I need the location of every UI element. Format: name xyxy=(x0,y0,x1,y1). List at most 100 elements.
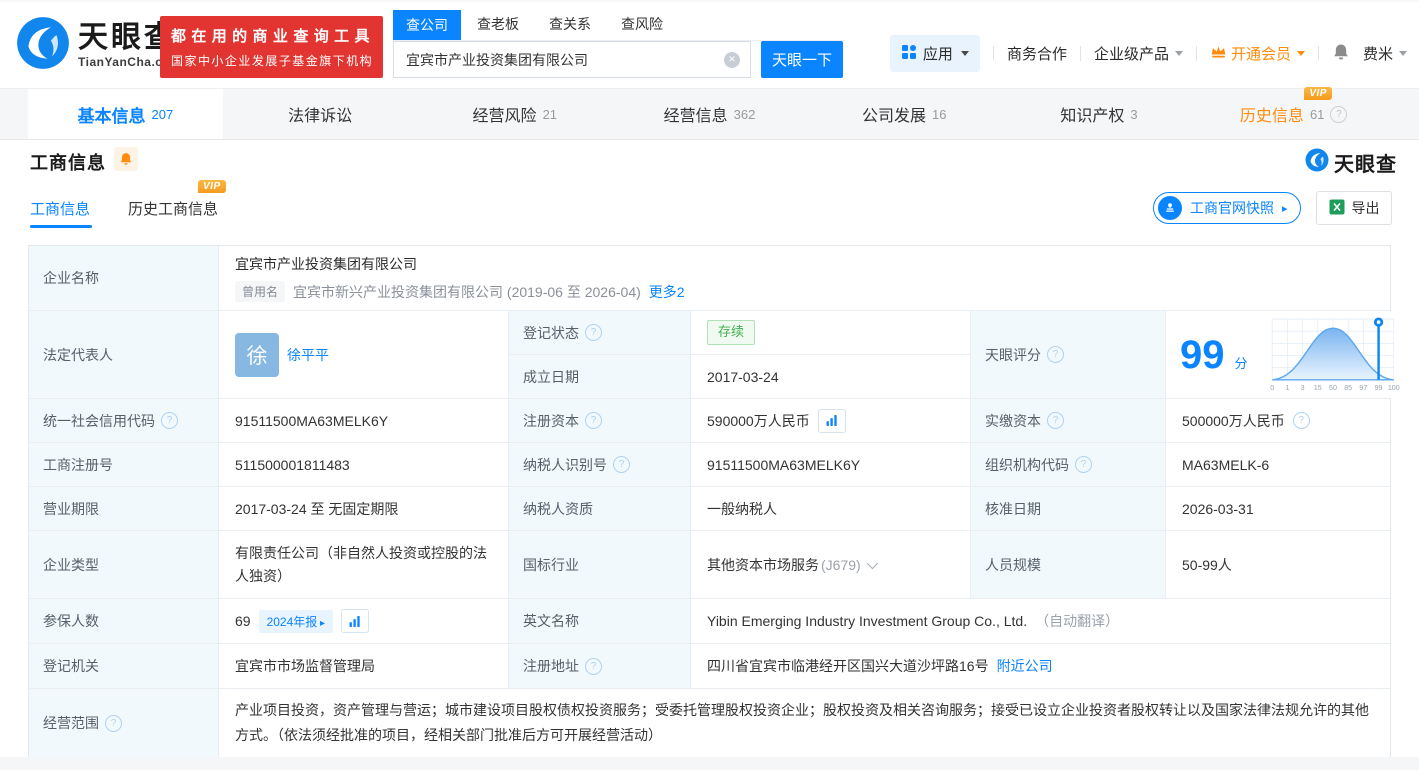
score-unit: 分 xyxy=(1235,353,1248,372)
staff-size-value: 50-99人 xyxy=(1166,531,1390,598)
tab-business-info[interactable]: 经营信息 362 xyxy=(612,89,807,139)
help-icon[interactable] xyxy=(585,658,602,675)
insured-trend-button[interactable] xyxy=(341,609,369,633)
tab-operating-risk[interactable]: 经营风险 21 xyxy=(417,89,612,139)
tab-label: 经营风险 xyxy=(473,102,537,126)
reg-capital-label: 注册资本 xyxy=(509,399,691,442)
nav-item-label: 企业级产品 xyxy=(1094,43,1169,64)
english-name-cell: Yibin Emerging Industry Investment Group… xyxy=(691,599,1390,643)
brand-logo[interactable]: 天眼查 TianYanCha.com xyxy=(16,16,181,75)
axis-label: 50 xyxy=(1329,384,1337,392)
help-icon[interactable] xyxy=(161,412,178,429)
tab-basic-info[interactable]: 基本信息 207 xyxy=(28,89,223,139)
nearby-companies-link[interactable]: 附近公司 xyxy=(997,656,1053,676)
industry-code: (J679) xyxy=(821,557,861,573)
bell-curve xyxy=(1272,328,1394,380)
more-link[interactable]: 更多2 xyxy=(649,282,685,302)
nav-divider xyxy=(1318,46,1319,61)
crown-icon xyxy=(1210,44,1227,63)
help-icon[interactable] xyxy=(585,412,602,429)
status-badge: 存续 xyxy=(707,320,755,344)
annual-report-badge[interactable]: 2024年报 xyxy=(259,610,334,633)
insured-value: 69 xyxy=(235,613,251,629)
company-name-value: 宜宾市产业投资集团有限公司 xyxy=(235,254,417,274)
legal-rep-link[interactable]: 徐平平 xyxy=(287,345,329,365)
tab-legal-proceedings[interactable]: 法律诉讼 xyxy=(223,89,418,139)
tab-label: 经营信息 xyxy=(664,102,728,126)
taxpayer-quality-label: 纳税人资质 xyxy=(509,487,691,530)
alert-bell-icon[interactable] xyxy=(114,147,138,171)
staff-size-label: 人员规模 xyxy=(971,531,1166,598)
page-tabstrip: 基本信息 207 法律诉讼 经营风险 21 经营信息 362 公司发展 16 知… xyxy=(0,88,1419,140)
tab-company-development[interactable]: 公司发展 16 xyxy=(807,89,1002,139)
label-text: 登记状态 xyxy=(523,323,579,343)
company-type-value: 有限责任公司（非自然人投资或控股的法人独资） xyxy=(219,531,509,598)
site-header: 天眼查 TianYanCha.com 都在用的商业查询工具 国家中小企业发展子基… xyxy=(0,0,1419,90)
axis-label: 85 xyxy=(1344,384,1352,392)
legal-rep-cell: 徐 徐平平 xyxy=(219,311,509,398)
former-name-value: 宜宾市新兴产业投资集团有限公司 (2019-06 至 2026-04) xyxy=(293,282,641,302)
help-icon[interactable] xyxy=(1047,346,1064,363)
excel-icon xyxy=(1329,199,1345,218)
table-row-credit-code: 统一社会信用代码 91511500MA63MELK6Y 注册资本 590000万… xyxy=(29,399,1390,443)
notification-bell-icon[interactable] xyxy=(1332,43,1350,65)
help-icon[interactable] xyxy=(1047,412,1064,429)
nav-item-enterprise-products[interactable]: 企业级产品 xyxy=(1094,43,1183,64)
established-value: 2017-03-24 xyxy=(691,355,971,398)
nav-item-vip-upgrade[interactable]: 开通会员 xyxy=(1210,43,1305,64)
table-row-authority: 登记机关 宜宾市市场监督管理局 注册地址 四川省宜宾市临港经开区国兴大道沙坪路1… xyxy=(29,644,1390,689)
nav-item-user[interactable]: 费米 xyxy=(1363,43,1407,64)
clear-icon[interactable] xyxy=(724,52,740,68)
help-icon[interactable] xyxy=(613,456,630,473)
nav-divider xyxy=(1080,46,1081,61)
table-row-insured: 参保人数 69 2024年报 英文名称 Yibin Emerging Indus… xyxy=(29,599,1390,644)
chart-axis: 0 1 3 15 50 85 97 99 100 xyxy=(1270,384,1399,392)
capital-trend-button[interactable] xyxy=(818,409,846,433)
slogan-line-1: 都在用的商业查询工具 xyxy=(171,25,372,46)
search-tab-risk[interactable]: 查风险 xyxy=(621,14,663,40)
label-text: 天眼评分 xyxy=(985,345,1041,365)
official-snapshot-button[interactable]: 工商官网快照 xyxy=(1153,192,1301,224)
industry-cell: 其他资本市场服务 (J679) xyxy=(691,531,971,598)
brand-logo-icon xyxy=(16,16,70,75)
avatar[interactable]: 徐 xyxy=(235,333,279,377)
brand-name: 天眼查 xyxy=(1334,148,1397,177)
subtab-active-underline xyxy=(30,225,92,228)
vip-badge: VIP xyxy=(1304,87,1332,100)
search-tab-boss[interactable]: 查老板 xyxy=(477,14,519,40)
search-input[interactable] xyxy=(394,52,750,68)
legal-rep-label: 法定代表人 xyxy=(29,311,219,398)
address-cell: 四川省宜宾市临港经开区国兴大道沙坪路16号 附近公司 xyxy=(691,644,1390,688)
slogan-line-2: 国家中小企业发展子基金旗下机构 xyxy=(171,52,372,69)
search-tabs: 查公司 查老板 查关系 查风险 xyxy=(393,12,845,41)
nav-item-label: 费米 xyxy=(1363,43,1393,64)
subtab-business-registration[interactable]: 工商信息 xyxy=(30,198,90,219)
chevron-down-icon[interactable] xyxy=(866,557,877,568)
help-icon[interactable] xyxy=(585,324,602,341)
axis-label: 97 xyxy=(1359,384,1367,392)
export-button[interactable]: 导出 xyxy=(1316,191,1392,225)
search-button[interactable]: 天眼一下 xyxy=(761,41,843,78)
apps-button[interactable]: 应用 xyxy=(890,35,980,72)
search-tab-relation[interactable]: 查关系 xyxy=(549,14,591,40)
bottom-strip xyxy=(0,757,1419,770)
help-icon[interactable] xyxy=(1075,456,1092,473)
nav-item-business-cooperation[interactable]: 商务合作 xyxy=(1007,43,1067,64)
credit-code-label: 统一社会信用代码 xyxy=(29,399,219,442)
tab-intellectual-property[interactable]: 知识产权 3 xyxy=(1002,89,1197,139)
tab-label: 基本信息 xyxy=(78,102,146,127)
subtab-history-business-registration[interactable]: 历史工商信息 xyxy=(128,198,218,219)
insured-cell: 69 2024年报 xyxy=(219,599,509,643)
authority-value: 宜宾市市场监督管理局 xyxy=(219,644,509,688)
nav-divider xyxy=(1196,46,1197,61)
search-tab-company[interactable]: 查公司 xyxy=(393,10,461,40)
help-icon[interactable] xyxy=(1330,106,1347,123)
help-icon[interactable] xyxy=(1293,412,1310,429)
axis-label: 99 xyxy=(1374,384,1382,392)
help-icon[interactable] xyxy=(105,715,122,732)
approval-date-label: 核准日期 xyxy=(971,487,1166,530)
tab-history-info[interactable]: 历史信息 VIP 61 xyxy=(1196,89,1391,139)
tab-label: 法律诉讼 xyxy=(288,102,352,126)
label-text: 经营范围 xyxy=(43,713,99,733)
reg-capital-cell: 590000万人民币 xyxy=(691,399,971,442)
